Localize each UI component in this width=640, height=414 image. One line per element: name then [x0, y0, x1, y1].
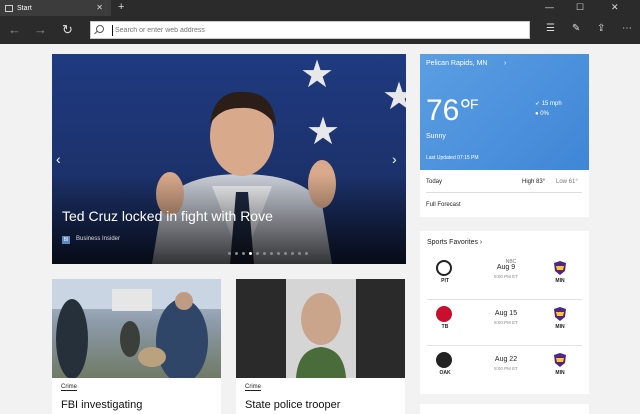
- close-tab-icon[interactable]: ✕: [96, 3, 103, 12]
- game-row[interactable]: OAK Aug 22 8:00 PM ET MIN: [420, 348, 589, 392]
- wind-icon: ➶: [535, 101, 542, 107]
- full-forecast-link[interactable]: Full Forecast: [426, 202, 582, 208]
- weather-card[interactable]: Pelican Rapids, MN › 76° F ➶ 15 mph ● 0%…: [420, 54, 589, 217]
- game-date: Aug 15: [494, 310, 518, 317]
- weather-unit: F: [470, 96, 479, 112]
- address-field[interactable]: [90, 21, 530, 39]
- game-date: Aug 9: [496, 264, 516, 271]
- game-separator: [427, 345, 582, 346]
- game-date: Aug 22: [494, 356, 518, 363]
- away-team-logo: [554, 353, 566, 367]
- news-title[interactable]: State police trooper: [245, 399, 340, 411]
- carousel-dot[interactable]: [249, 252, 252, 255]
- precipitation-value: 0%: [540, 111, 549, 117]
- share-icon[interactable]: ⇪: [597, 23, 605, 34]
- wind-speed-value: 15 mph: [541, 101, 562, 107]
- sports-title[interactable]: Sports Favorites ›: [427, 239, 482, 246]
- hero-source: Business Insider: [76, 236, 121, 242]
- news-category[interactable]: Crime: [61, 384, 77, 391]
- news-card[interactable]: Crime State police trooper: [236, 279, 405, 414]
- game-time: 8:00 PM ET: [494, 366, 518, 371]
- game-time: 8:00 PM ET: [494, 274, 518, 279]
- tab-label: Start: [17, 4, 32, 12]
- hub-icon[interactable]: ☰: [546, 23, 555, 34]
- minimize-button[interactable]: —: [545, 2, 554, 12]
- away-team-logo: [554, 307, 566, 321]
- carousel-dot[interactable]: [291, 252, 294, 255]
- previous-slide-button[interactable]: ‹: [56, 151, 61, 167]
- away-team: MIN: [555, 278, 565, 284]
- game-row[interactable]: PIT NBC Aug 9 8:00 PM ET MIN: [420, 256, 589, 300]
- close-window-button[interactable]: ✕: [611, 2, 619, 13]
- weather-condition: Sunny: [426, 133, 446, 140]
- star-decoration: ★: [382, 76, 406, 118]
- news-title[interactable]: FBI investigating: [61, 399, 142, 411]
- back-button[interactable]: ←: [8, 22, 21, 37]
- weather-header: Pelican Rapids, MN › 76° F ➶ 15 mph ● 0%…: [420, 54, 589, 170]
- game-row[interactable]: TB Aug 15 8:00 PM ET MIN: [420, 302, 589, 346]
- hero-carousel[interactable]: ★ ★ ★ ‹ › Ted Cruz locked in fight with …: [52, 54, 406, 264]
- carousel-dot[interactable]: [277, 252, 280, 255]
- carousel-dot[interactable]: [284, 252, 287, 255]
- carousel-dot[interactable]: [256, 252, 259, 255]
- partial-card: [420, 404, 589, 414]
- carousel-dot[interactable]: [263, 252, 266, 255]
- home-team: TB: [441, 324, 449, 330]
- web-note-icon[interactable]: ✎: [572, 23, 580, 34]
- away-team: MIN: [555, 324, 565, 330]
- refresh-button[interactable]: ↻: [62, 22, 73, 38]
- tab-start[interactable]: Start ✕: [0, 0, 111, 16]
- wind-speed: ➶ 15 mph: [535, 100, 562, 107]
- search-icon: [96, 25, 104, 33]
- news-category[interactable]: Crime: [245, 384, 261, 391]
- weather-updated: Last Updated 07:15 PM: [426, 155, 479, 161]
- new-tab-button[interactable]: +: [118, 1, 124, 13]
- home-team: PIT: [441, 278, 449, 284]
- address-input[interactable]: [115, 23, 515, 38]
- news-image: [52, 279, 221, 378]
- chevron-right-icon: ›: [504, 60, 507, 67]
- carousel-dot[interactable]: [228, 252, 231, 255]
- sports-card[interactable]: Sports Favorites › PIT NBC Aug 9 8:00 PM…: [420, 231, 589, 394]
- news-image: [236, 279, 405, 378]
- home-team: OAK: [439, 370, 451, 376]
- away-team: MIN: [555, 370, 565, 376]
- low-temp: Low 61°: [556, 179, 578, 185]
- weather-divider: [426, 192, 582, 193]
- more-icon[interactable]: ⋯: [622, 23, 632, 34]
- precipitation: ● 0%: [535, 111, 549, 117]
- today-forecast-row: Today High 83° Low 61°: [426, 179, 582, 185]
- carousel-dot[interactable]: [298, 252, 301, 255]
- next-slide-button[interactable]: ›: [392, 151, 397, 167]
- news-card[interactable]: Crime FBI investigating: [52, 279, 221, 414]
- home-team-logo: [436, 306, 452, 322]
- weather-temperature: 76°: [426, 94, 472, 127]
- address-bar: ← → ↻ ☰ ✎ ⇪ ⋯: [0, 16, 640, 44]
- carousel-dot[interactable]: [235, 252, 238, 255]
- weather-location[interactable]: Pelican Rapids, MN: [426, 60, 487, 67]
- text-caret: [112, 25, 113, 36]
- page-icon: [5, 4, 13, 12]
- game-separator: [427, 299, 582, 300]
- carousel-dot[interactable]: [242, 252, 245, 255]
- hero-headline[interactable]: Ted Cruz locked in fight with Rove: [62, 208, 273, 224]
- sports-title-text: Sports Favorites: [427, 239, 478, 246]
- home-team-logo: [436, 352, 452, 368]
- game-time: 8:00 PM ET: [494, 320, 518, 325]
- carousel-dot[interactable]: [305, 252, 308, 255]
- carousel-dots: [228, 252, 308, 255]
- maximize-button[interactable]: ☐: [576, 2, 584, 13]
- home-team-logo: [436, 260, 452, 276]
- away-team-logo: [554, 261, 566, 275]
- forward-button[interactable]: →: [34, 22, 47, 37]
- carousel-dot[interactable]: [270, 252, 273, 255]
- today-label: Today: [426, 179, 443, 185]
- high-temp: High 83°: [522, 179, 546, 185]
- tab-bar: Start ✕ + — ☐ ✕: [0, 0, 640, 16]
- source-logo: BI: [62, 236, 70, 244]
